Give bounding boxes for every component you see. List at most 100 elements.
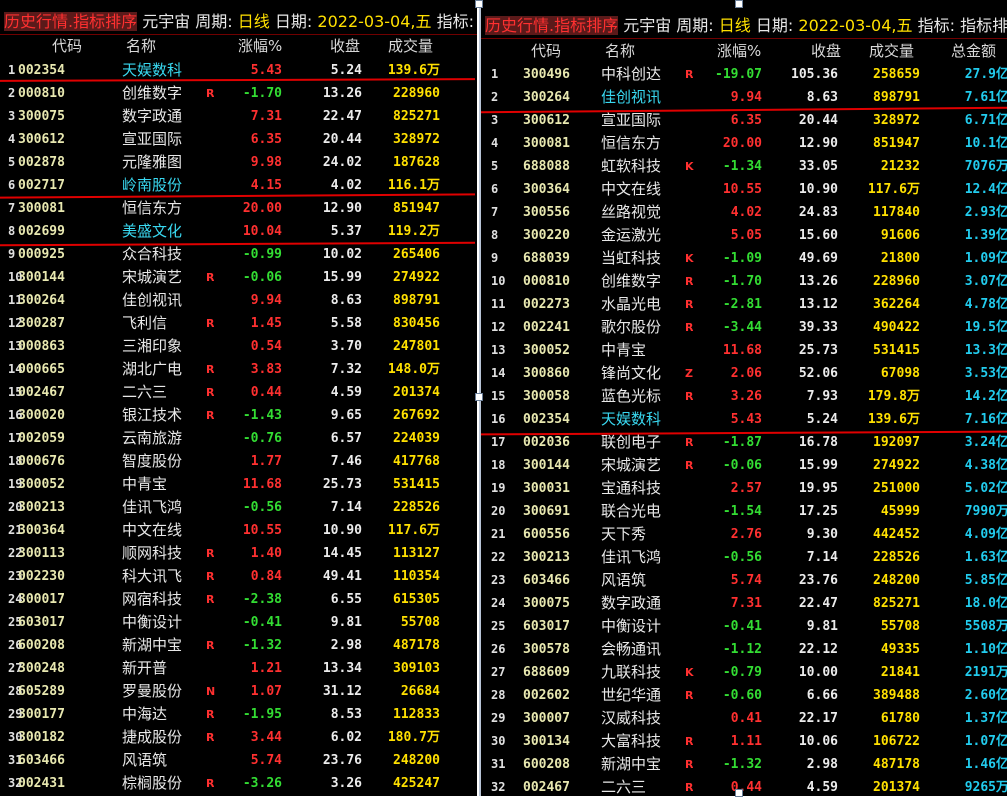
- table-row[interactable]: 30 300182 捷成股份 R 3.44 6.02 180.7万: [0, 726, 477, 749]
- table-row[interactable]: 24 300017 网宿科技 R -2.38 6.55 615305: [0, 588, 477, 611]
- table-row[interactable]: 3 300075 数字政通 7.31 22.47 825271: [0, 105, 477, 128]
- row-index: 5: [491, 159, 499, 173]
- col-header-close[interactable]: 收盘: [811, 39, 841, 63]
- col-header-volume[interactable]: 成交量: [388, 34, 433, 58]
- col-header-name[interactable]: 名称: [126, 34, 156, 58]
- table-row[interactable]: 5 688088 虹软科技 K -1.34 33.05 21232 7076万: [481, 155, 1007, 178]
- left-column-header: 代码 名称 涨幅% 收盘 成交量: [0, 34, 477, 58]
- table-row[interactable]: 16 300020 银江技术 R -1.43 9.65 267692: [0, 404, 477, 427]
- resize-handle[interactable]: [735, 0, 743, 8]
- stock-name: 众合科技: [122, 245, 183, 263]
- table-row[interactable]: 7 300081 恒信东方 20.00 12.90 851947: [0, 197, 477, 220]
- close-price: 39.33: [798, 320, 838, 335]
- col-header-code[interactable]: 代码: [52, 34, 82, 58]
- table-row[interactable]: 14 300860 锋尚文化 Z 2.06 52.06 67098 3.53亿: [481, 362, 1007, 385]
- table-row[interactable]: 11 300264 佳创视讯 9.94 8.63 898791: [0, 289, 477, 312]
- table-row[interactable]: 11 002273 水晶光电 R -2.81 13.12 362264 4.78亿: [481, 293, 1007, 316]
- table-row[interactable]: 8 300220 金运激光 5.05 15.60 91606 1.39亿: [481, 224, 1007, 247]
- stock-tag-badge: R: [206, 593, 215, 606]
- row-index: 31: [491, 757, 506, 771]
- table-row[interactable]: 7 300556 丝路视觉 4.02 24.83 117840 2.93亿: [481, 201, 1007, 224]
- table-row[interactable]: 12 002241 歌尔股份 R -3.44 39.33 490422 19.5亿: [481, 316, 1007, 339]
- col-header-amount[interactable]: 总金额: [951, 39, 996, 63]
- stock-tag-badge: R: [685, 689, 694, 702]
- table-row[interactable]: 17 002059 云南旅游 -0.76 6.57 224039: [0, 427, 477, 450]
- stock-name: 罗曼股份: [122, 682, 183, 700]
- table-row[interactable]: 26 600208 新湖中宝 R -1.32 2.98 487178: [0, 634, 477, 657]
- table-row[interactable]: 13 300052 中青宝 11.68 25.73 531415 13.3亿: [481, 339, 1007, 362]
- table-row[interactable]: 18 000676 智度股份 1.77 7.46 417768: [0, 450, 477, 473]
- stock-code: 000863: [18, 339, 65, 354]
- table-row[interactable]: 24 300075 数字政通 7.31 22.47 825271 18.0亿: [481, 592, 1007, 615]
- table-row[interactable]: 15 300058 蓝色光标 R 3.26 7.93 179.8万 14.2亿: [481, 385, 1007, 408]
- row-index: 12: [491, 320, 506, 334]
- table-row[interactable]: 32 002467 二六三 R 0.44 4.59 201374 9265万: [481, 776, 1007, 796]
- table-row[interactable]: 6 300364 中文在线 10.55 10.90 117.6万 12.4亿: [481, 178, 1007, 201]
- col-header-close[interactable]: 收盘: [330, 34, 360, 58]
- change-percent: -1.87: [722, 435, 762, 450]
- col-header-name[interactable]: 名称: [605, 39, 635, 63]
- stock-tag-badge: R: [685, 275, 694, 288]
- col-header-volume[interactable]: 成交量: [869, 39, 914, 63]
- table-row[interactable]: 20 300691 联合光电 -1.54 17.25 45999 7990万: [481, 500, 1007, 523]
- change-percent: -1.70: [722, 274, 762, 289]
- table-row[interactable]: 18 300144 宋城演艺 R -0.06 15.99 274922 4.38亿: [481, 454, 1007, 477]
- table-row[interactable]: 20 300213 佳讯飞鸿 -0.56 7.14 228526: [0, 496, 477, 519]
- table-row[interactable]: 10 000810 创维数字 R -1.70 13.26 228960 3.07亿: [481, 270, 1007, 293]
- table-row[interactable]: 15 002467 二六三 R 0.44 4.59 201374: [0, 381, 477, 404]
- table-row[interactable]: 2 000810 创维数字 R -1.70 13.26 228960: [0, 82, 477, 105]
- table-row[interactable]: 31 603466 风语筑 5.74 23.76 248200: [0, 749, 477, 772]
- table-row[interactable]: 9 688039 当虹科技 K -1.09 49.69 21800 1.09亿: [481, 247, 1007, 270]
- col-header-code[interactable]: 代码: [531, 39, 561, 63]
- table-row[interactable]: 23 002230 科大讯飞 R 0.84 49.41 110354: [0, 565, 477, 588]
- row-index: 9: [8, 247, 16, 261]
- table-row[interactable]: 4 300081 恒信东方 20.00 12.90 851947 10.1亿: [481, 132, 1007, 155]
- close-price: 22.47: [798, 596, 838, 611]
- row-index: 20: [491, 504, 506, 518]
- table-row[interactable]: 10 300144 宋城演艺 R -0.06 15.99 274922: [0, 266, 477, 289]
- table-row[interactable]: 27 300248 新开普 1.21 13.34 309103: [0, 657, 477, 680]
- table-row[interactable]: 21 300364 中文在线 10.55 10.90 117.6万: [0, 519, 477, 542]
- table-row[interactable]: 5 002878 元隆雅图 9.98 24.02 187628: [0, 151, 477, 174]
- table-row[interactable]: 31 600208 新湖中宝 R -1.32 2.98 487178 1.46亿: [481, 753, 1007, 776]
- table-row[interactable]: 2 300264 佳创视讯 9.94 8.63 898791 7.61亿: [481, 86, 1007, 109]
- table-row[interactable]: 12 300287 飞利信 R 1.45 5.58 830456: [0, 312, 477, 335]
- table-row[interactable]: 1 300496 中科创达 R -19.07 105.36 258659 27.9亿: [481, 63, 1007, 86]
- table-row[interactable]: 29 300007 汉威科技 0.41 22.17 61780 1.37亿: [481, 707, 1007, 730]
- table-row[interactable]: 27 688609 九联科技 K -0.79 10.00 21841 2191万: [481, 661, 1007, 684]
- table-row[interactable]: 8 002699 美盛文化 10.04 5.37 119.2万: [0, 220, 477, 243]
- table-row[interactable]: 28 605289 罗曼股份 N 1.07 31.12 26684: [0, 680, 477, 703]
- stock-tag-badge: R: [206, 708, 215, 721]
- table-row[interactable]: 9 000925 众合科技 -0.99 10.02 265406: [0, 243, 477, 266]
- resize-handle[interactable]: [475, 393, 483, 401]
- row-index: 8: [8, 224, 16, 238]
- table-row[interactable]: 25 603017 中衡设计 -0.41 9.81 55708 5508万: [481, 615, 1007, 638]
- resize-handle[interactable]: [475, 0, 483, 8]
- table-row[interactable]: 30 300134 大富科技 R 1.11 10.06 106722 1.07亿: [481, 730, 1007, 753]
- change-percent: -1.12: [722, 642, 762, 657]
- stock-tag-badge: R: [685, 735, 694, 748]
- table-row[interactable]: 29 300177 中海达 R -1.95 8.53 112833: [0, 703, 477, 726]
- volume: 192097: [873, 435, 920, 450]
- volume: 201374: [873, 780, 920, 795]
- table-row[interactable]: 13 000863 三湘印象 0.54 3.70 247801: [0, 335, 477, 358]
- volume: 180.7万: [387, 730, 440, 745]
- table-row[interactable]: 16 002354 天娱数科 5.43 5.24 139.6万 7.16亿: [481, 408, 1007, 431]
- table-row[interactable]: 14 000665 湖北广电 R 3.83 7.32 148.0万: [0, 358, 477, 381]
- table-row[interactable]: 26 300578 会畅通讯 -1.12 22.12 49335 1.10亿: [481, 638, 1007, 661]
- table-row[interactable]: 23 603466 风语筑 5.74 23.76 248200 5.85亿: [481, 569, 1007, 592]
- table-row[interactable]: 19 300052 中青宝 11.68 25.73 531415: [0, 473, 477, 496]
- table-row[interactable]: 32 002431 棕榈股份 R -3.26 3.26 425247: [0, 772, 477, 795]
- close-price: 20.44: [322, 132, 362, 147]
- table-row[interactable]: 25 603017 中衡设计 -0.41 9.81 55708: [0, 611, 477, 634]
- table-row[interactable]: 19 300031 宝通科技 2.57 19.95 251000 5.02亿: [481, 477, 1007, 500]
- table-row[interactable]: 22 300213 佳讯飞鸿 -0.56 7.14 228526 1.63亿: [481, 546, 1007, 569]
- table-row[interactable]: 22 300113 顺网科技 R 1.40 14.45 113127: [0, 542, 477, 565]
- col-header-change[interactable]: 涨幅%: [238, 34, 282, 58]
- col-header-change[interactable]: 涨幅%: [717, 39, 761, 63]
- table-row[interactable]: 4 300612 宣亚国际 6.35 20.44 328972: [0, 128, 477, 151]
- table-row[interactable]: 21 600556 天下秀 2.76 9.30 442452 4.09亿: [481, 523, 1007, 546]
- stock-code: 300248: [18, 661, 65, 676]
- stock-code: 002431: [18, 776, 65, 791]
- table-row[interactable]: 28 002602 世纪华通 R -0.60 6.66 389488 2.60亿: [481, 684, 1007, 707]
